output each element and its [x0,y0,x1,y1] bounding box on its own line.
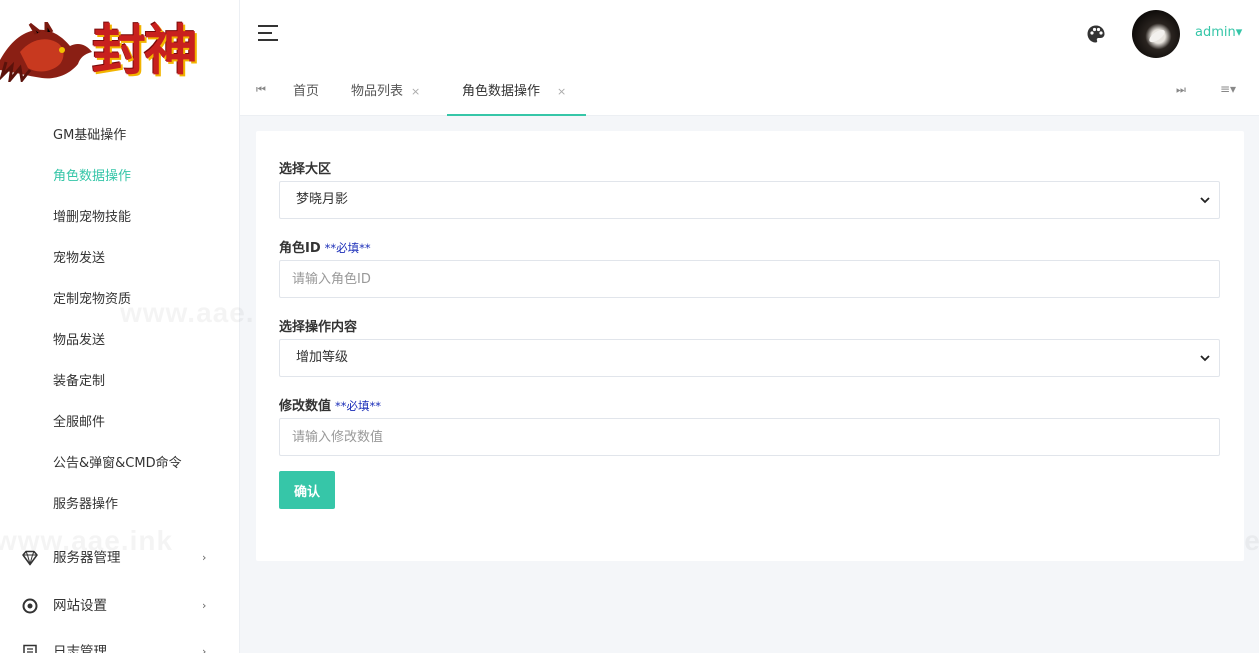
operation-select-value: 增加等级 [296,350,349,365]
region-select-value: 梦晓月影 [296,192,349,207]
dragon-logo-icon [0,22,92,82]
sidebar-item-server-management[interactable]: 服务器管理 › [0,538,239,578]
sidebar-item-notice-cmd[interactable]: 公告&弹窗&CMD命令 [0,443,239,484]
chevron-right-icon: › [202,599,207,612]
role-id-label-text: 角色ID [279,241,321,256]
tab-label: 首页 [293,84,320,99]
document-icon [23,644,37,653]
sidebar-item-label: 网站设置 [53,598,107,614]
tab-role-data[interactable]: 角色数据操作 × [447,68,586,116]
hamburger-icon[interactable] [258,25,278,41]
form-card: 选择大区 梦晓月影 角色ID**必填** 选择操作内容 增加等级 修改数值**必… [256,131,1244,561]
operation-label: 选择操作内容 [279,320,358,335]
tab-scroll-left-icon[interactable]: ⏮ [256,83,266,97]
settings-circle-icon [22,598,38,614]
chevron-down-icon [1200,197,1210,204]
required-note: **必填** [335,399,382,413]
sidebar-item-item-send[interactable]: 物品发送 [0,320,239,361]
tab-item-list[interactable]: 物品列表 × [351,68,420,116]
tab-label: 物品列表 [351,84,404,99]
close-icon[interactable]: × [557,85,566,98]
top-header: admin▾ [240,0,1259,68]
tab-scroll-right-icon[interactable]: ⏭ [1176,83,1186,97]
sidebar-item-pet-aptitude[interactable]: 定制宠物资质 [0,279,239,320]
modify-value-input[interactable] [279,418,1220,456]
operation-select[interactable]: 增加等级 [279,339,1220,377]
modify-value-label-text: 修改数值 [279,399,332,414]
sidebar-item-server-ops[interactable]: 服务器操作 [0,484,239,525]
tab-home[interactable]: 首页 [293,68,319,116]
tab-menu-icon[interactable]: ≡▾ [1220,82,1236,96]
sidebar-item-site-settings[interactable]: 网站设置 › [0,586,239,626]
chevron-right-icon: › [202,551,207,564]
sidebar-item-server-mail[interactable]: 全服邮件 [0,402,239,443]
tab-label: 角色数据操作 [462,84,541,99]
role-id-input[interactable] [279,260,1220,298]
region-select[interactable]: 梦晓月影 [279,181,1220,219]
sidebar: 封神 GM基础操作 角色数据操作 增删宠物技能 宠物发送 定制宠物资质 物品发送… [0,0,240,653]
region-label: 选择大区 [279,162,332,177]
logo-text: 封神 [92,18,198,82]
chevron-right-icon: › [202,645,207,653]
sidebar-item-gm-basic[interactable]: GM基础操作 [0,115,239,156]
palette-icon[interactable] [1086,24,1106,44]
tabs-bar: ⏮ 首页 物品列表 × 角色数据操作 × ⏭ ≡▾ [240,68,1259,116]
logo[interactable]: 封神 [0,0,239,110]
sidebar-item-equipment[interactable]: 装备定制 [0,361,239,402]
sidebar-item-label: 日志管理 [53,644,107,653]
sidebar-item-log-management[interactable]: 日志管理 › [0,632,239,653]
modify-value-label: 修改数值 **必填** [279,395,381,414]
close-icon[interactable]: × [411,85,420,98]
chevron-down-icon [1200,355,1210,362]
sidebar-item-pet-skills[interactable]: 增删宠物技能 [0,197,239,238]
required-note: **必填** [324,241,371,255]
sidebar-item-pet-send[interactable]: 宠物发送 [0,238,239,279]
sub-menu: GM基础操作 角色数据操作 增删宠物技能 宠物发送 定制宠物资质 物品发送 装备… [0,115,239,525]
sidebar-item-role-data[interactable]: 角色数据操作 [0,156,239,197]
confirm-button[interactable]: 确认 [279,471,335,509]
role-id-label: 角色ID **必填** [279,237,371,256]
avatar[interactable] [1132,10,1180,58]
diamond-icon [22,550,38,566]
sidebar-item-label: 服务器管理 [53,550,121,566]
user-menu[interactable]: admin▾ [1195,25,1242,40]
